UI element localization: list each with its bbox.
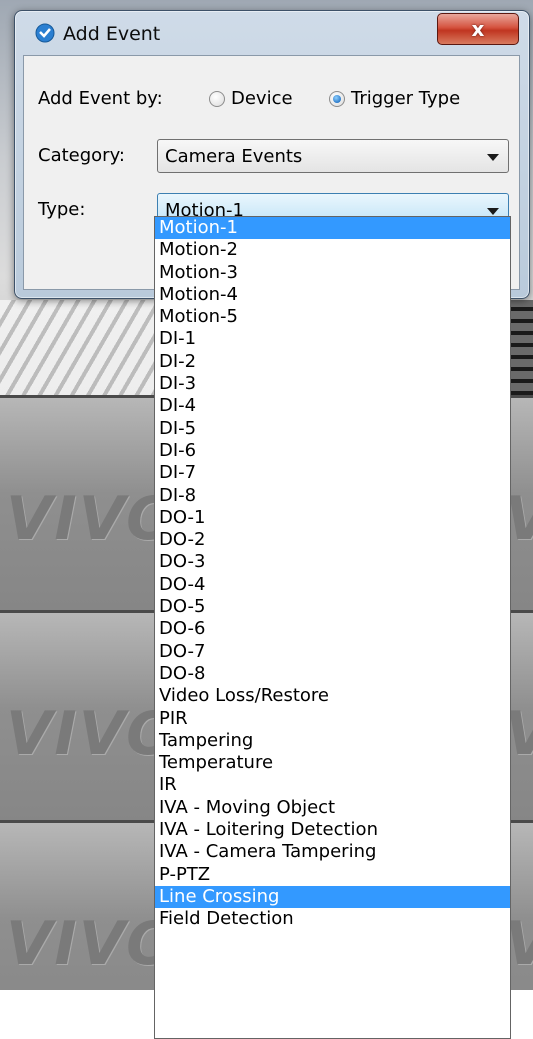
- type-option[interactable]: IVA - Loitering Detection: [155, 819, 510, 841]
- radio-device-indicator[interactable]: [209, 90, 225, 107]
- type-option[interactable]: DO-3: [155, 551, 510, 573]
- type-option[interactable]: DI-8: [155, 485, 510, 507]
- type-option[interactable]: Motion-3: [155, 262, 510, 284]
- type-option[interactable]: Temperature: [155, 752, 510, 774]
- type-option[interactable]: DO-7: [155, 641, 510, 663]
- radio-device-label: Device: [231, 88, 293, 109]
- type-option[interactable]: Line Crossing: [155, 885, 510, 909]
- type-option[interactable]: DO-5: [155, 596, 510, 618]
- type-option[interactable]: Field Detection: [155, 908, 510, 930]
- radio-trigger-type-indicator[interactable]: [329, 90, 345, 107]
- title-bar[interactable]: Add Event x: [15, 11, 529, 53]
- radio-trigger-type-label: Trigger Type: [351, 88, 461, 109]
- type-option[interactable]: Tampering: [155, 730, 510, 752]
- type-option[interactable]: DI-7: [155, 462, 510, 484]
- type-option[interactable]: IR: [155, 774, 510, 796]
- radio-device[interactable]: Device: [209, 88, 293, 109]
- type-option[interactable]: P-PTZ: [155, 864, 510, 886]
- chevron-down-icon: [487, 208, 499, 215]
- close-icon: x: [471, 17, 485, 41]
- dialog-title: Add Event: [63, 23, 161, 45]
- add-event-by-label: Add Event by:: [38, 88, 163, 109]
- type-label: Type:: [38, 199, 86, 220]
- type-option[interactable]: DO-6: [155, 618, 510, 640]
- type-option[interactable]: Motion-5: [155, 306, 510, 328]
- type-option[interactable]: Motion-4: [155, 284, 510, 306]
- type-option[interactable]: DO-2: [155, 529, 510, 551]
- type-option[interactable]: PIR: [155, 708, 510, 730]
- type-option[interactable]: IVA - Camera Tampering: [155, 841, 510, 863]
- type-option[interactable]: DI-1: [155, 328, 510, 350]
- chevron-down-icon: [487, 154, 499, 161]
- type-option[interactable]: DI-5: [155, 418, 510, 440]
- type-option[interactable]: IVA - Moving Object: [155, 797, 510, 819]
- type-option[interactable]: DI-4: [155, 395, 510, 417]
- type-option[interactable]: DI-6: [155, 440, 510, 462]
- camera-scene-railing: [0, 300, 160, 395]
- type-option[interactable]: Motion-1: [155, 217, 510, 240]
- type-option[interactable]: DO-1: [155, 507, 510, 529]
- type-option[interactable]: Motion-2: [155, 239, 510, 261]
- type-option[interactable]: DO-8: [155, 663, 510, 685]
- type-option[interactable]: DO-4: [155, 574, 510, 596]
- type-option[interactable]: DI-3: [155, 373, 510, 395]
- type-option[interactable]: DI-2: [155, 351, 510, 373]
- type-dropdown-list[interactable]: Motion-1 Motion-2 Motion-3 Motion-4 Motion-5…: [154, 216, 511, 1039]
- type-option[interactable]: Video Loss/Restore: [155, 685, 510, 707]
- app-check-icon: [35, 23, 55, 43]
- category-label: Category:: [38, 145, 125, 166]
- category-select-value: Camera Events: [165, 146, 303, 167]
- close-button[interactable]: x: [437, 13, 519, 45]
- category-select[interactable]: Camera Events: [157, 139, 509, 173]
- radio-trigger-type[interactable]: Trigger Type: [329, 88, 460, 109]
